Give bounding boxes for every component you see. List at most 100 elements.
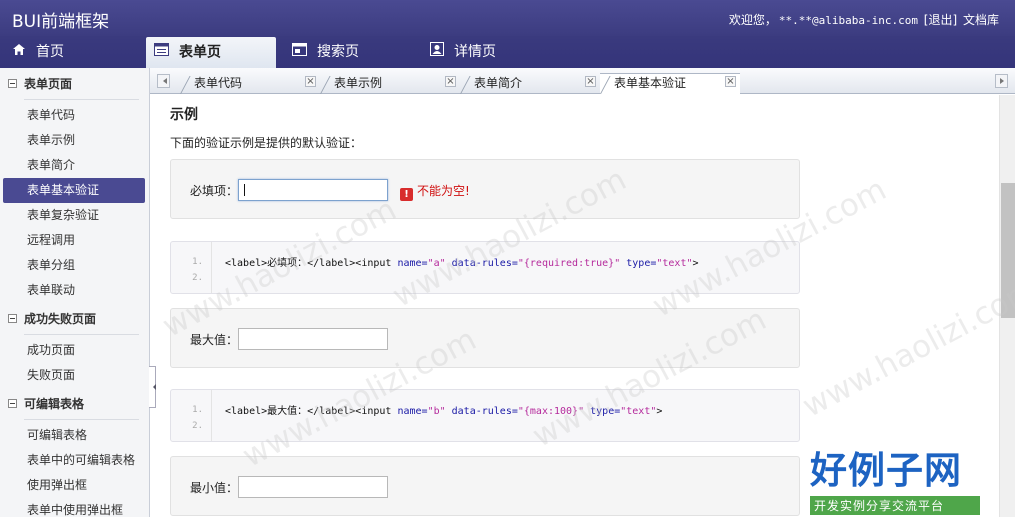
sidebar-item-success-page[interactable]: 成功页面 — [0, 338, 149, 363]
sidebar-item-form-example[interactable]: 表单示例 — [0, 128, 149, 153]
sidebar-item-form-code[interactable]: 表单代码 — [0, 103, 149, 128]
docs-link[interactable]: 文档库 — [963, 13, 999, 27]
sidebar-item-fail-page[interactable]: 失败页面 — [0, 363, 149, 388]
code-attr: data-rules= — [445, 258, 518, 269]
validation-error: ! 不能为空! — [400, 182, 470, 201]
group-title-text: 可编辑表格 — [24, 397, 85, 411]
code-text: > — [656, 406, 663, 417]
logout-link[interactable]: [退出] — [924, 13, 957, 27]
tab-form-example[interactable]: 表单示例 × — [320, 74, 460, 94]
top-header: BUI前端框架 欢迎您， **.**@alibaba-inc.com [退出] 文… — [0, 0, 1015, 36]
main-nav: 首页 表单页 搜索页 详情页 — [0, 36, 1015, 68]
code-attr: data-rules= — [445, 406, 518, 417]
required-input[interactable] — [238, 179, 388, 201]
field-label-max: 最大值： — [190, 333, 239, 347]
code-value: "{required:true}" — [517, 258, 621, 269]
line-gutter: 1. 2. — [171, 242, 212, 293]
sidebar-group-title[interactable]: 表单页面 — [0, 68, 149, 100]
sidebar-item-form-linkage[interactable]: 表单联动 — [0, 278, 149, 303]
collapse-icon[interactable] — [8, 399, 17, 408]
sidebar-item-remote-call[interactable]: 远程调用 — [0, 228, 149, 253]
sidebar-collapse-handle[interactable] — [149, 366, 156, 408]
code-attr: type= — [620, 258, 657, 269]
tab-label: 表单简介 — [474, 76, 523, 90]
stamp-title: 好例子网 — [810, 449, 962, 492]
sidebar-item-form-group[interactable]: 表单分组 — [0, 253, 149, 278]
close-icon[interactable]: × — [725, 76, 736, 87]
sidebar-group-editable-grid: 可编辑表格 可编辑表格 表单中的可编辑表格 使用弹出框 表单中使用弹出框 — [0, 388, 149, 517]
example-panel-required: 必填项： ! 不能为空! — [170, 159, 800, 219]
content-scrollbar[interactable] — [999, 95, 1015, 517]
tab-label: 表单代码 — [194, 76, 243, 90]
divider — [24, 99, 139, 100]
text-caret — [244, 184, 245, 196]
tab-label: 表单示例 — [334, 76, 383, 90]
line-number: 1. — [192, 405, 203, 415]
section-title: 示例 — [170, 107, 198, 123]
example-panel-max: 最大值： — [170, 308, 800, 368]
code-block-max: 1. 2. <label>最大值：</label><input name="b"… — [170, 389, 800, 442]
tab-form-code[interactable]: 表单代码 × — [180, 74, 320, 94]
sidebar-item-dialog[interactable]: 使用弹出框 — [0, 473, 149, 498]
nav-form[interactable]: 表单页 — [146, 37, 276, 68]
nav-detail[interactable]: 详情页 — [430, 36, 496, 68]
tab-form-intro[interactable]: 表单简介 × — [460, 74, 600, 94]
code-value: "{max:100}" — [517, 406, 585, 417]
nav-home[interactable]: 首页 — [12, 36, 64, 68]
tab-basic-validation[interactable]: 表单基本验证 × — [600, 73, 740, 95]
line-number: 2. — [192, 273, 203, 283]
max-input[interactable] — [238, 328, 388, 350]
sidebar-group-form-pages: 表单页面 表单代码 表单示例 表单简介 表单基本验证 表单复杂验证 远程调用 表… — [0, 68, 149, 303]
sidebar-item-form-editable-grid[interactable]: 表单中的可编辑表格 — [0, 448, 149, 473]
divider — [24, 419, 139, 420]
example-panel-min: 最小值： — [170, 456, 800, 516]
code-value: "text" — [620, 406, 657, 417]
code-value: "text" — [656, 258, 693, 269]
sidebar-group-result-pages: 成功失败页面 成功页面 失败页面 — [0, 303, 149, 388]
error-text: 不能为空! — [417, 184, 470, 198]
user-email: **.**@alibaba-inc.com — [778, 14, 918, 27]
user-bar: 欢迎您， **.**@alibaba-inc.com [退出] 文档库 — [727, 11, 999, 28]
sidebar-item-editable-grid[interactable]: 可编辑表格 — [0, 423, 149, 448]
group-title-text: 表单页面 — [24, 77, 73, 91]
code-value: "b" — [427, 406, 446, 417]
sidebar-group-title[interactable]: 成功失败页面 — [0, 303, 149, 335]
search-page-icon — [292, 36, 307, 68]
form-icon — [154, 37, 169, 68]
code-attr: name= — [397, 258, 428, 269]
line-gutter: 1. 2. — [171, 390, 212, 441]
collapse-icon[interactable] — [8, 314, 17, 323]
app-brand: BUI前端框架 — [12, 12, 110, 32]
detail-icon — [430, 36, 444, 68]
field-label-min: 最小值： — [190, 481, 239, 495]
sidebar-item-complex-validation[interactable]: 表单复杂验证 — [0, 203, 149, 228]
sidebar-item-form-dialog[interactable]: 表单中使用弹出框 — [0, 498, 149, 517]
divider — [24, 334, 139, 335]
close-icon[interactable]: × — [305, 76, 316, 87]
sidebar-item-basic-validation[interactable]: 表单基本验证 — [3, 178, 145, 203]
scrollbar-thumb[interactable] — [1001, 183, 1015, 318]
tab-label: 表单基本验证 — [614, 76, 687, 90]
site-logo-stamp: 好例子网 开发实例分享交流平台 — [810, 440, 980, 515]
close-icon[interactable]: × — [585, 76, 596, 87]
stamp-subtitle: 开发实例分享交流平台 — [810, 496, 980, 515]
code-text: > — [692, 258, 699, 269]
min-input[interactable] — [238, 476, 388, 498]
nav-search[interactable]: 搜索页 — [292, 36, 359, 68]
nav-label: 搜索页 — [317, 44, 359, 60]
sidebar-item-form-intro[interactable]: 表单简介 — [0, 153, 149, 178]
section-description: 下面的验证示例是提供的默认验证： — [170, 136, 363, 150]
nav-label: 详情页 — [454, 44, 496, 60]
tab-scroll-left-button[interactable] — [157, 74, 170, 88]
code-line: <label>必填项：</label><input name="a" data-… — [225, 254, 699, 269]
code-attr: type= — [584, 406, 621, 417]
line-number: 1. — [192, 257, 203, 267]
field-label-required: 必填项： — [190, 184, 239, 198]
sidebar-group-title[interactable]: 可编辑表格 — [0, 388, 149, 420]
code-text: <label>必填项：</label><input — [225, 258, 398, 269]
code-block-required: 1. 2. <label>必填项：</label><input name="a"… — [170, 241, 800, 294]
welcome-text: 欢迎您， — [728, 13, 777, 27]
collapse-icon[interactable] — [8, 79, 17, 88]
close-icon[interactable]: × — [445, 76, 456, 87]
tab-scroll-right-button[interactable] — [995, 74, 1008, 88]
